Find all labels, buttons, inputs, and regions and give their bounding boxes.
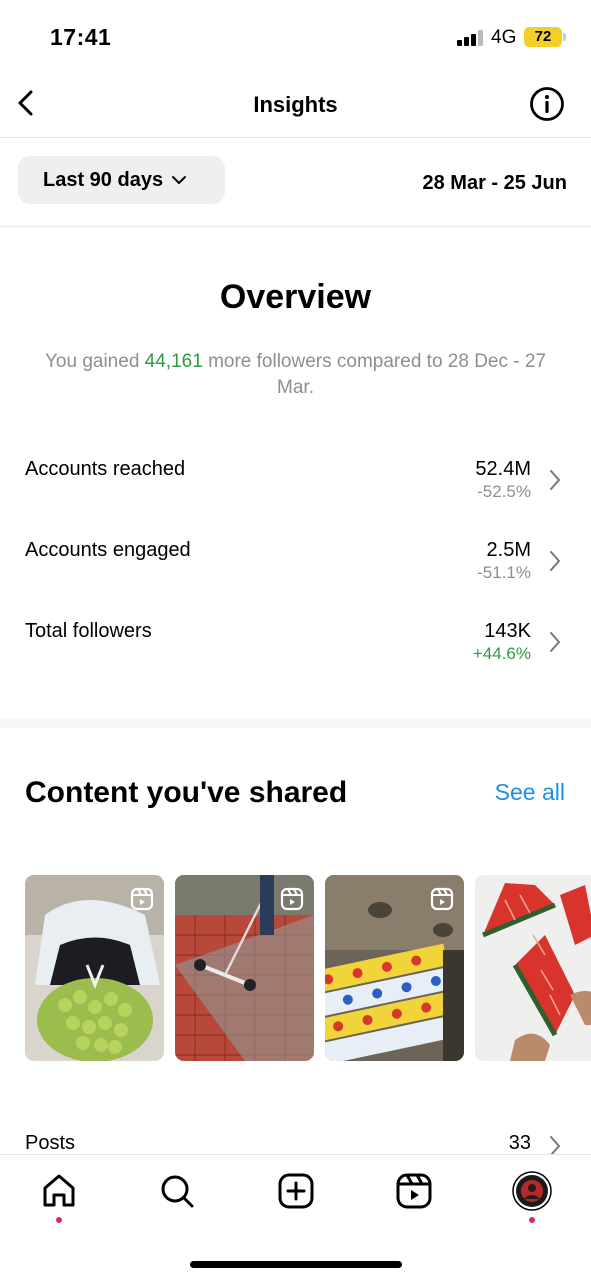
posts-count: 33 bbox=[508, 1132, 531, 1154]
date-range-label: 28 Mar - 25 Jun bbox=[422, 172, 567, 194]
date-range-selected: Last 90 days bbox=[43, 168, 164, 191]
status-bar: 17:41 4G 72 bbox=[0, 0, 591, 76]
overview-title: Overview bbox=[219, 278, 372, 316]
section-divider bbox=[0, 719, 591, 728]
bottom-nav bbox=[0, 1154, 591, 1280]
nav-profile[interactable] bbox=[512, 1171, 552, 1223]
page-title: Insights bbox=[253, 92, 338, 117]
overview-subtitle-prefix: You gained bbox=[44, 351, 145, 372]
search-icon bbox=[161, 1175, 194, 1208]
posts-label: Posts bbox=[25, 1132, 76, 1154]
home-indicator bbox=[190, 1261, 402, 1268]
network-type: 4G bbox=[491, 27, 517, 48]
create-icon bbox=[278, 1173, 314, 1209]
info-icon bbox=[530, 87, 564, 121]
reel-icon bbox=[430, 887, 454, 911]
chevron-down-icon bbox=[172, 176, 187, 184]
notification-dot bbox=[529, 1217, 535, 1223]
home-icon bbox=[43, 1174, 75, 1207]
metric-accounts-engaged[interactable]: Accounts engaged 2.5M -51.1% bbox=[0, 539, 591, 599]
content-thumbnail[interactable] bbox=[175, 875, 314, 1061]
battery-icon: 72 bbox=[524, 27, 566, 47]
battery-level: 72 bbox=[534, 28, 552, 45]
overview-subtitle-suffix: more followers compared to 28 Dec - 27 M… bbox=[202, 351, 547, 398]
content-carousel[interactable] bbox=[25, 875, 591, 1063]
metric-value: 2.5M bbox=[486, 539, 531, 561]
nav-create[interactable] bbox=[276, 1171, 316, 1217]
content-thumbnail[interactable] bbox=[325, 875, 464, 1061]
status-time: 17:41 bbox=[50, 24, 112, 50]
signal-icon bbox=[457, 30, 485, 46]
chevron-right-icon bbox=[550, 470, 560, 490]
metric-change: -51.1% bbox=[477, 563, 531, 582]
metric-value: 143K bbox=[484, 620, 531, 642]
metric-accounts-reached[interactable]: Accounts reached 52.4M -52.5% bbox=[0, 458, 591, 518]
metric-change: -52.5% bbox=[477, 482, 531, 501]
content-thumbnail[interactable] bbox=[25, 875, 164, 1061]
content-section-title: Content you've shared bbox=[25, 776, 348, 809]
metric-value: 52.4M bbox=[475, 458, 531, 480]
metric-label: Accounts reached bbox=[25, 458, 186, 480]
info-button[interactable] bbox=[529, 86, 565, 122]
nav-reels[interactable] bbox=[394, 1171, 434, 1217]
chevron-right-icon bbox=[550, 632, 560, 652]
date-range-bar: Last 90 days 28 Mar - 25 Jun bbox=[0, 139, 591, 227]
date-range-dropdown[interactable]: Last 90 days bbox=[18, 156, 225, 204]
profile-avatar bbox=[512, 1171, 552, 1211]
followers-gained: 44,161 bbox=[144, 351, 203, 372]
nav-search[interactable] bbox=[157, 1171, 197, 1217]
reels-icon bbox=[396, 1173, 432, 1209]
chevron-right-icon bbox=[550, 551, 560, 571]
reel-icon bbox=[130, 887, 154, 911]
nav-home[interactable] bbox=[39, 1171, 79, 1223]
metric-label: Total followers bbox=[25, 620, 152, 642]
overview-subtitle: You gained 44,161 more followers compare… bbox=[40, 349, 551, 401]
see-all-link[interactable]: See all bbox=[495, 779, 565, 806]
header: Insights bbox=[0, 76, 591, 138]
metric-label: Accounts engaged bbox=[25, 539, 191, 561]
metric-change: +44.6% bbox=[472, 644, 531, 663]
notification-dot bbox=[56, 1217, 62, 1223]
content-thumbnail[interactable] bbox=[475, 875, 591, 1061]
reel-icon bbox=[280, 887, 304, 911]
metric-total-followers[interactable]: Total followers 143K +44.6% bbox=[0, 620, 591, 680]
thumbnail-image bbox=[475, 875, 591, 1061]
